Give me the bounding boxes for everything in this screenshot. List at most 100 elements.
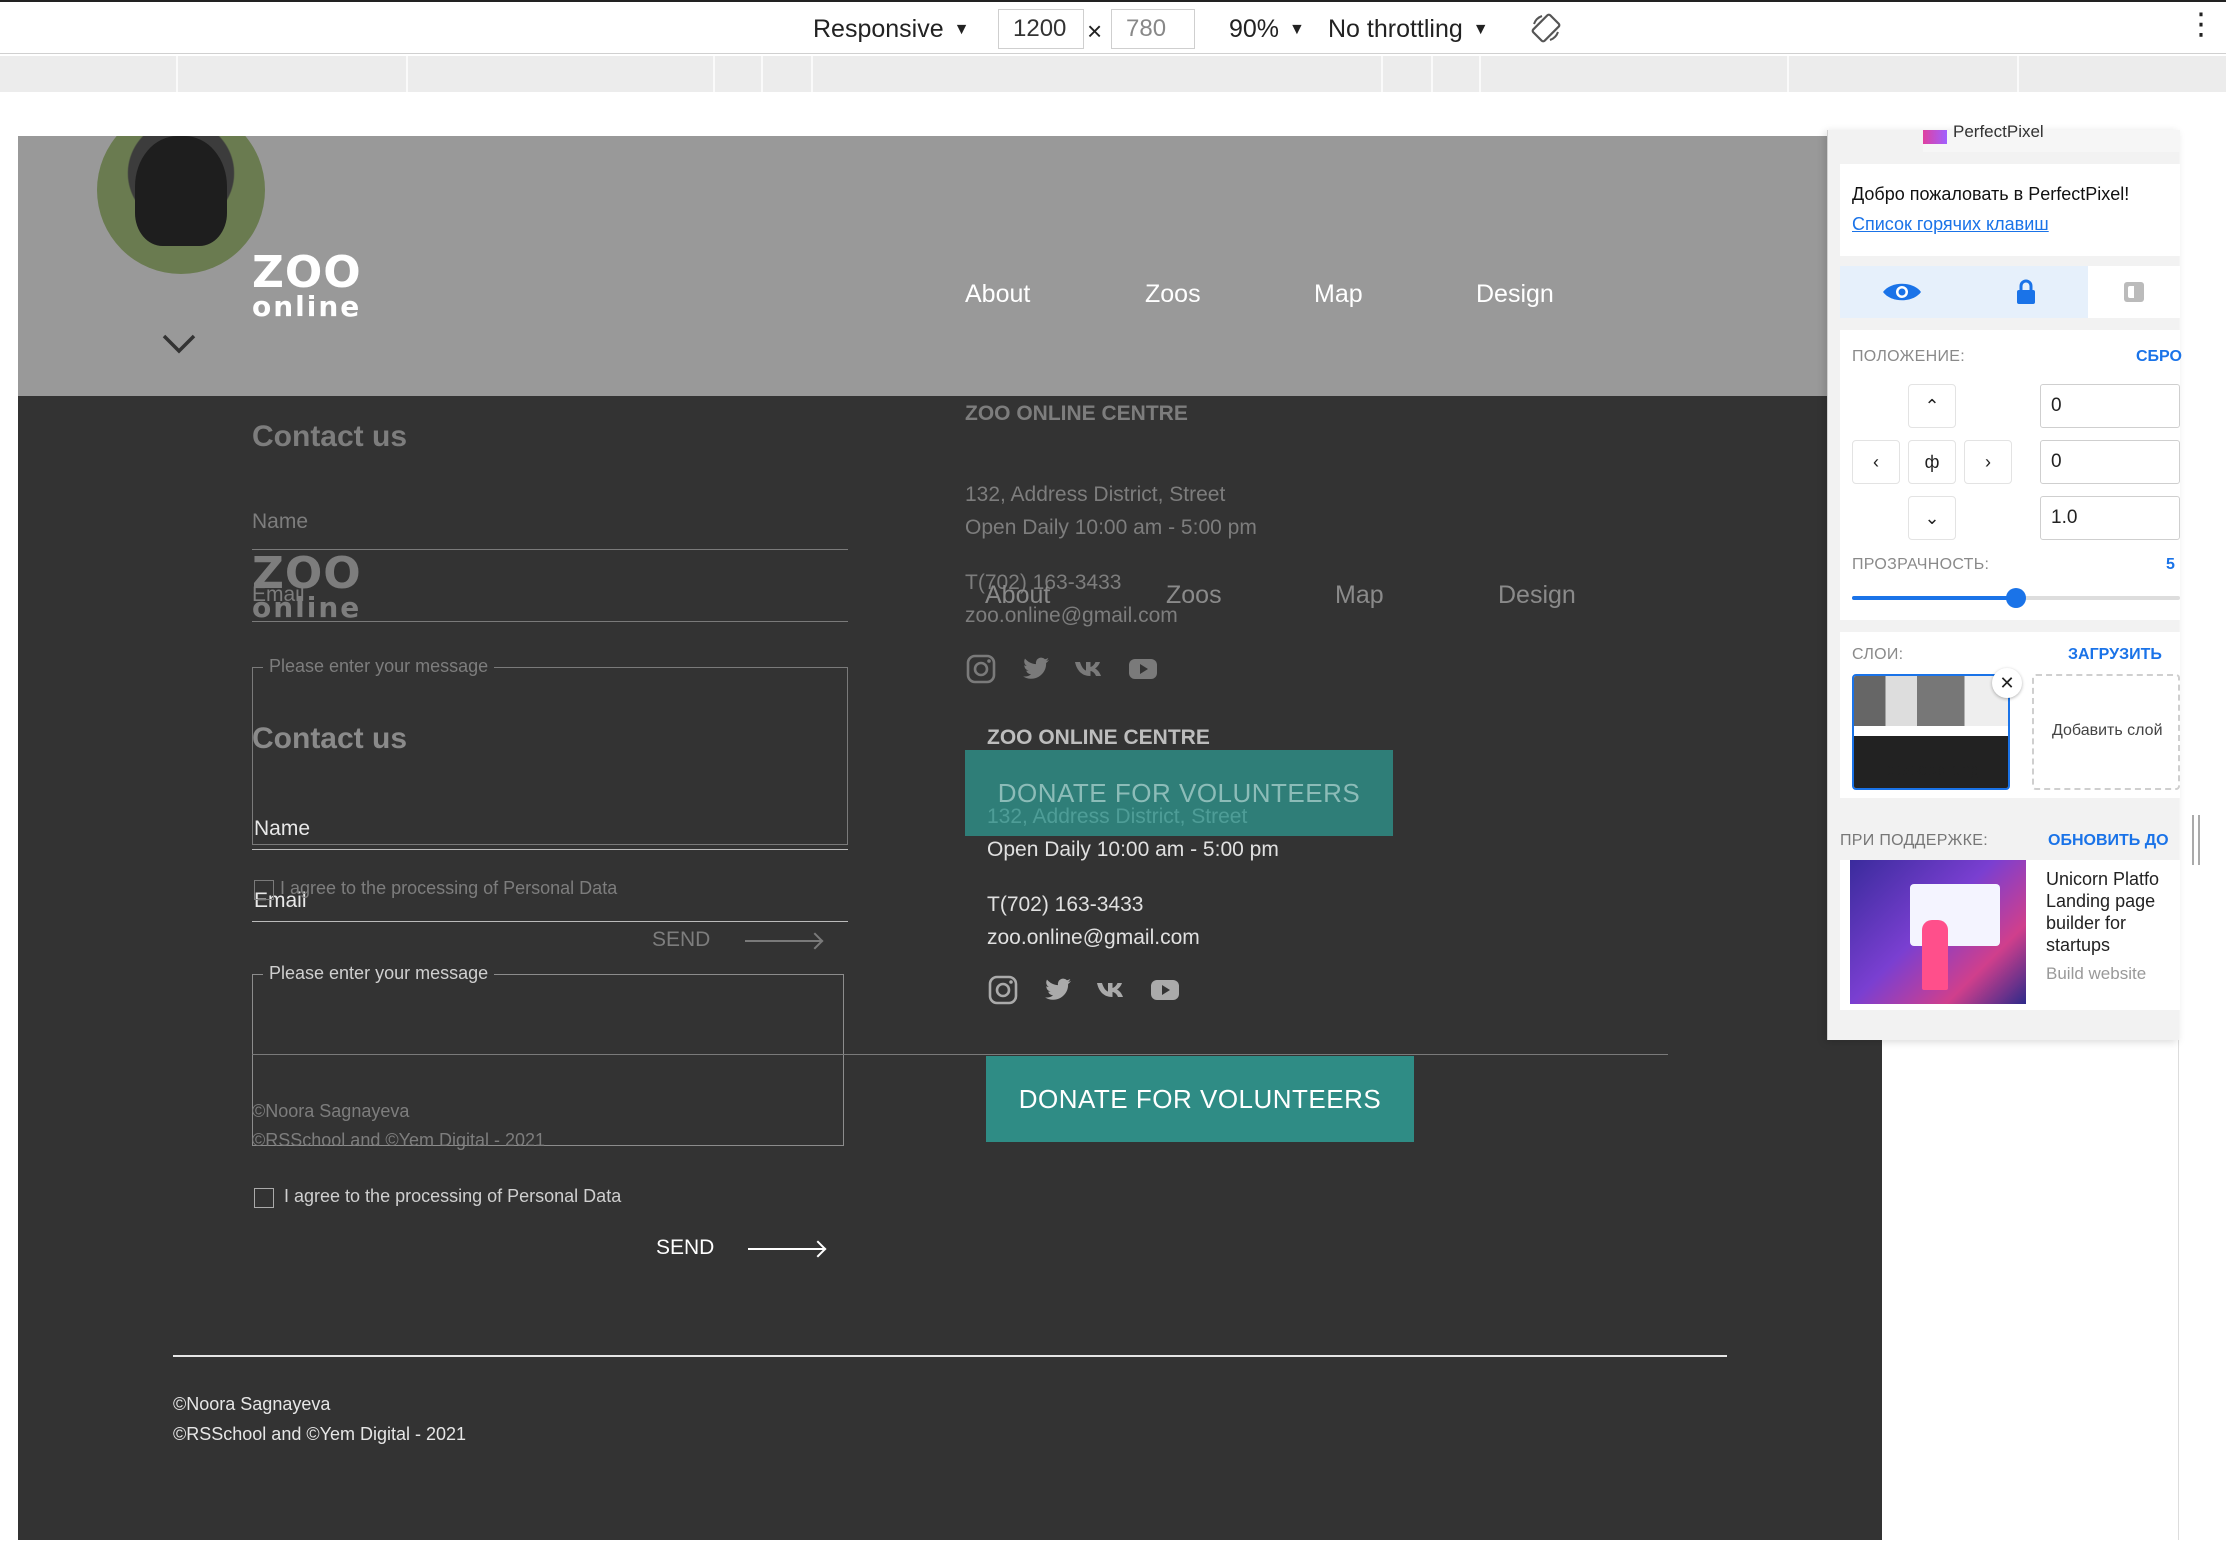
centre-hours: Open Daily 10:00 am - 5:00 pm (987, 838, 1279, 861)
pp-ad-card[interactable]: Unicorn Platfo Landing page builder for … (1840, 860, 2180, 1010)
ad-illustration-figure (1922, 920, 1948, 990)
pp-mode-tabs (1840, 266, 2180, 318)
pp-opacity-value: 5 (2166, 556, 2175, 573)
centre-email[interactable]: zoo.online@gmail.com (987, 921, 1200, 954)
social-links (987, 974, 1181, 1006)
device-select[interactable]: Responsive ▼ (813, 12, 969, 47)
centre-title: ZOO ONLINE CENTRE (987, 726, 1210, 749)
panel-resize-handle[interactable] (2192, 815, 2200, 865)
throttle-label: No throttling (1328, 15, 1463, 43)
overlay-twitter-icon (1023, 657, 1049, 679)
dropdown-caret-icon: ▼ (1472, 21, 1489, 39)
zoom-select[interactable]: 90% ▼ (1229, 12, 1305, 47)
media-query-bar[interactable] (0, 56, 2226, 92)
overlay-centre-hours: Open Daily 10:00 am - 5:00 pm (965, 516, 1257, 539)
pp-layer-thumbnail[interactable]: desktop.png (1852, 674, 2010, 790)
overlay-instagram-icon (966, 654, 996, 684)
pp-upgrade-link[interactable]: ОБНОВИТЬ ДО (2048, 832, 2169, 850)
pp-header-title: PerfectPixel (1953, 122, 2044, 141)
pp-move-up-button[interactable]: ⌃ (1908, 384, 1956, 428)
overlay-nav-zoos: Zoos (1166, 581, 1222, 609)
pp-opacity-label: ПРОЗРАЧНОСТЬ: (1852, 556, 1990, 573)
overlay-nav-about: About (985, 581, 1051, 609)
chevron-down-icon: ⌄ (1924, 507, 1940, 528)
overlay-centre-title: ZOO ONLINE CENTRE (965, 402, 1188, 425)
pp-lock-tab[interactable] (1964, 266, 2088, 318)
pp-ad-link[interactable]: Build website (2046, 964, 2146, 984)
footer-divider (173, 1355, 1727, 1357)
pp-hotkeys-link[interactable]: Список горячих клавиш (1852, 214, 2049, 235)
pp-x-input[interactable]: 0 (2040, 384, 2180, 428)
nav-map[interactable]: Map (1314, 280, 1363, 309)
pp-center-button[interactable]: ф (1908, 440, 1956, 484)
pp-visibility-tab[interactable] (1840, 266, 1964, 318)
pp-add-layer-label: Добавить слой (2052, 722, 2163, 739)
pp-opacity-slider[interactable] (1852, 588, 2180, 608)
twitter-icon[interactable] (1041, 974, 1073, 1006)
media-query-segment[interactable] (0, 56, 178, 92)
nav-design[interactable]: Design (1476, 280, 1554, 309)
send-button[interactable]: SEND (656, 1236, 714, 1260)
pp-scale-input[interactable]: 1.0 (2040, 496, 2180, 540)
rotate-icon[interactable] (1530, 12, 1562, 53)
media-query-segment[interactable] (2019, 56, 2226, 92)
pp-move-down-button[interactable]: ⌄ (1908, 496, 1956, 540)
overlay-youtube-icon (1129, 659, 1157, 679)
instagram-icon[interactable] (987, 974, 1019, 1006)
width-input[interactable]: 1200 (998, 9, 1084, 49)
nav-zoos[interactable]: Zoos (1145, 280, 1201, 309)
pp-support-label: ПРИ ПОДДЕРЖКЕ: (1840, 832, 1988, 849)
overlay-contact-title: Contact us (252, 420, 408, 453)
screen: Responsive ▼ 1200 × 780 90% ▼ No throttlin… (0, 0, 2226, 1550)
chevron-down-icon[interactable] (161, 326, 197, 362)
agree-checkbox[interactable] (254, 1188, 274, 1208)
youtube-icon[interactable] (1149, 974, 1181, 1006)
site-header: ZOO online About Zoos Map Design (18, 136, 1882, 396)
chevron-right-icon: › (1985, 451, 1991, 472)
vk-icon[interactable] (1095, 974, 1127, 1006)
dropdown-caret-icon: ▼ (1289, 21, 1305, 39)
pp-ad-image (1850, 860, 2026, 1004)
centre-phone: T(702) 163-3433 (987, 893, 1144, 916)
pp-reset-button[interactable]: СБРО (2136, 348, 2182, 366)
nav-about[interactable]: About (965, 280, 1030, 309)
media-query-segment[interactable] (1481, 56, 1789, 92)
overlay-logo-text-online: online (252, 591, 362, 624)
pp-add-layer-box[interactable]: Добавить слой (2032, 674, 2180, 790)
message-placeholder: Please enter your message (263, 963, 495, 984)
media-query-segment[interactable] (178, 56, 408, 92)
pp-move-left-button[interactable]: ‹ (1852, 440, 1900, 484)
pp-welcome-text: Добро пожаловать в PerfectPixel! (1852, 184, 2130, 204)
media-query-segment[interactable] (1433, 56, 1481, 92)
donate-button[interactable]: DONATE FOR VOLUNTEERS (986, 1056, 1414, 1142)
media-query-segment[interactable] (813, 56, 1383, 92)
logo-text-online: online (252, 290, 362, 323)
zoom-label: 90% (1229, 15, 1280, 43)
pp-layer-name: desktop.png (1886, 760, 1980, 779)
media-query-segment[interactable] (1789, 56, 2019, 92)
pp-upload-button[interactable]: ЗАГРУЗИТЬ (2068, 646, 2162, 664)
pp-y-input[interactable]: 0 (2040, 440, 2180, 484)
pp-invert-tab[interactable] (2088, 266, 2180, 318)
more-options-icon[interactable]: ⋮ (2186, 10, 2216, 40)
chevron-left-icon: ‹ (1873, 451, 1879, 472)
pp-move-right-button[interactable]: › (1964, 440, 2012, 484)
media-query-segment[interactable] (1383, 56, 1433, 92)
media-query-segment[interactable] (408, 56, 715, 92)
pp-opacity-handle[interactable] (2006, 588, 2026, 608)
media-query-segment[interactable] (715, 56, 763, 92)
send-arrow-icon[interactable] (748, 1248, 824, 1250)
thumbnail-preview (1854, 676, 2008, 726)
devtools-device-toolbar: Responsive ▼ 1200 × 780 90% ▼ No throttlin… (0, 0, 2226, 54)
copyright-author: ©Noora Sagnayeva (173, 1394, 331, 1414)
pp-header: PerfectPixel (1923, 122, 2180, 152)
eye-icon (1883, 283, 1921, 301)
chevron-up-icon: ⌃ (1924, 395, 1940, 416)
media-query-segment[interactable] (763, 56, 813, 92)
overlay-vk-icon (1075, 662, 1101, 676)
height-input[interactable]: 780 (1111, 9, 1195, 49)
agree-label: I agree to the processing of Personal Da… (284, 1186, 622, 1206)
pp-remove-layer-icon[interactable]: ✕ (1992, 668, 2022, 698)
site-logo[interactable]: ZOO online (252, 251, 362, 321)
throttle-select[interactable]: No throttling ▼ (1328, 12, 1489, 47)
